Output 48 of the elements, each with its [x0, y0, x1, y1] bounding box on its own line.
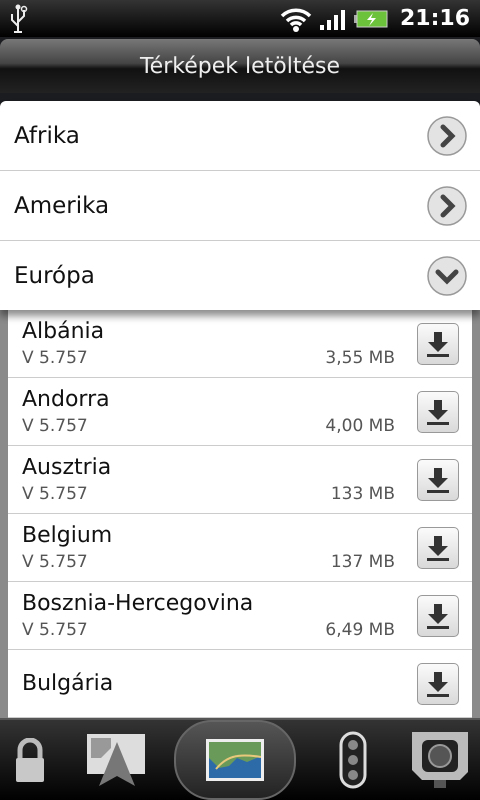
map-version: V 5.757: [22, 620, 88, 640]
map-name: Bosznia-Hercegovina: [22, 591, 254, 616]
clock-time: 21:16: [400, 6, 470, 31]
map-size: 3,55 MB: [325, 348, 395, 368]
download-button[interactable]: [417, 322, 459, 364]
usb-icon: [10, 4, 28, 34]
map-name: Ausztria: [22, 455, 112, 480]
battery-icon: [354, 10, 388, 28]
category-name: Afrika: [14, 122, 80, 148]
map-size: 137 MB: [330, 552, 395, 572]
camera-icon: [410, 730, 470, 790]
category-name: Amerika: [14, 192, 110, 218]
category-name: Európa: [14, 262, 95, 288]
map-name: Belgium: [22, 523, 114, 548]
traffic-light-icon: [339, 731, 367, 789]
category-row[interactable]: Afrika: [0, 101, 480, 171]
download-button[interactable]: [417, 594, 459, 636]
navigation-map-icon: [87, 734, 147, 786]
screen-title: Térképek letöltése: [140, 54, 340, 78]
map-icon: [206, 739, 264, 781]
chevron-right-icon[interactable]: [426, 184, 468, 226]
download-icon: [425, 398, 451, 426]
map-size: 6,49 MB: [325, 620, 395, 640]
map-name: Albánia: [22, 319, 106, 344]
map-version: V 5.757: [22, 552, 88, 572]
map-name: Bulgária: [22, 671, 114, 696]
download-icon: [425, 670, 451, 698]
category-row[interactable]: Európa: [0, 241, 480, 310]
signal-icon: [320, 8, 346, 30]
download-icon: [425, 602, 451, 630]
download-icon: [425, 534, 451, 562]
download-button[interactable]: [417, 390, 459, 432]
wifi-icon: [280, 6, 312, 32]
chevron-down-icon[interactable]: [426, 254, 468, 296]
map-version: V 5.757: [22, 416, 88, 436]
download-button[interactable]: [417, 526, 459, 568]
download-button[interactable]: [417, 458, 459, 500]
download-icon: [425, 466, 451, 494]
download-icon: [425, 330, 451, 358]
download-button[interactable]: [417, 662, 459, 704]
padlock-icon: [16, 738, 44, 782]
chevron-right-icon[interactable]: [426, 114, 468, 156]
map-version: V 5.757: [22, 348, 88, 368]
map-size: 133 MB: [330, 484, 395, 504]
map-size: 4,00 MB: [325, 416, 395, 436]
category-row[interactable]: Amerika: [0, 171, 480, 241]
map-version: V 5.757: [22, 484, 88, 504]
map-name: Andorra: [22, 387, 111, 412]
